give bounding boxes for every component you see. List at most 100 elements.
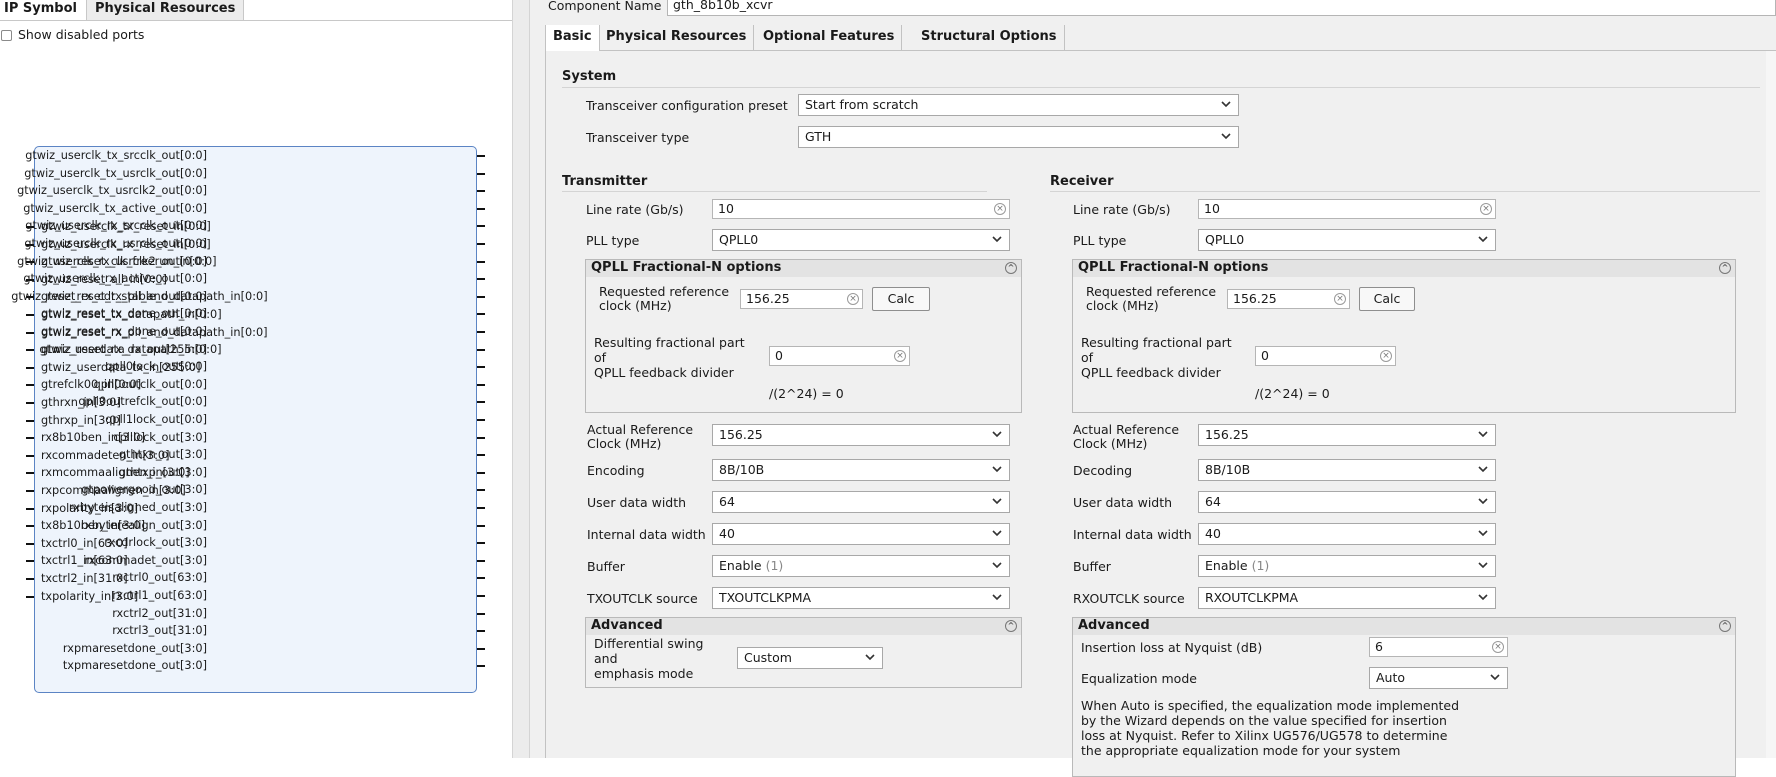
collapse-icon[interactable]: ^ bbox=[1005, 620, 1017, 632]
tx-internal-width-select[interactable]: 40 bbox=[712, 523, 1010, 545]
tx-calc-button[interactable]: Calc bbox=[872, 287, 930, 311]
rx-frac-input[interactable]: 0 × bbox=[1255, 346, 1396, 366]
vertical-scrollbar[interactable] bbox=[1766, 51, 1776, 758]
input-port-pin[interactable] bbox=[26, 542, 34, 545]
output-port-pin[interactable] bbox=[477, 419, 485, 421]
output-port-pin[interactable] bbox=[477, 595, 485, 597]
input-port-pin[interactable] bbox=[26, 490, 34, 492]
show-disabled-ports-checkbox[interactable] bbox=[1, 30, 12, 41]
output-port-pin[interactable] bbox=[477, 489, 485, 492]
output-port-pin[interactable] bbox=[477, 260, 485, 263]
tab-basic[interactable]: Basic bbox=[545, 25, 600, 51]
tx-line-rate-input[interactable]: 10 × bbox=[712, 199, 1010, 219]
collapse-icon[interactable]: ^ bbox=[1719, 262, 1731, 274]
output-port-pin[interactable] bbox=[477, 313, 485, 316]
tx-buffer-select[interactable]: Enable (1) bbox=[712, 555, 1010, 577]
component-name-input[interactable]: gth_8b10b_xcvr bbox=[667, 0, 1776, 16]
output-port-pin[interactable] bbox=[477, 612, 485, 615]
input-port-pin[interactable] bbox=[26, 472, 34, 475]
clear-icon[interactable]: × bbox=[1380, 350, 1392, 362]
rx-buffer-select[interactable]: Enable (1) bbox=[1198, 555, 1496, 577]
tx-frac-input[interactable]: 0 × bbox=[769, 346, 910, 366]
tab-ip-symbol[interactable]: IP Symbol bbox=[0, 0, 86, 20]
output-port-pin[interactable] bbox=[477, 225, 485, 228]
input-port-pin[interactable] bbox=[26, 384, 34, 387]
output-port-pin[interactable] bbox=[477, 665, 485, 668]
clear-icon[interactable]: × bbox=[1334, 293, 1346, 305]
output-port-pin[interactable] bbox=[477, 524, 485, 527]
input-port-pin[interactable] bbox=[26, 595, 34, 598]
rx-outclk-select[interactable]: RXOUTCLKPMA bbox=[1198, 587, 1496, 609]
rx-qpll-header[interactable]: QPLL Fractional-N options ^ bbox=[1073, 260, 1735, 277]
rx-decoding-select[interactable]: 8B/10B bbox=[1198, 459, 1496, 481]
collapse-icon[interactable]: ^ bbox=[1719, 620, 1731, 632]
output-port-pin[interactable] bbox=[477, 207, 485, 210]
input-port-pin[interactable] bbox=[26, 507, 34, 510]
tx-user-width-select[interactable]: 64 bbox=[712, 491, 1010, 513]
rx-actual-ref-select[interactable]: 156.25 bbox=[1198, 424, 1496, 446]
clear-icon[interactable]: × bbox=[847, 293, 859, 305]
output-port-pin[interactable] bbox=[477, 559, 485, 562]
output-port-pin[interactable] bbox=[477, 454, 485, 457]
input-port-pin[interactable] bbox=[26, 578, 34, 580]
output-port-pin[interactable] bbox=[477, 401, 485, 404]
input-port-pin[interactable] bbox=[26, 525, 34, 528]
input-port-pin[interactable] bbox=[26, 402, 34, 404]
rx-insertion-input[interactable]: 6 × bbox=[1369, 637, 1508, 657]
input-port-pin[interactable] bbox=[26, 366, 34, 369]
transceiver-type-select[interactable]: GTH bbox=[798, 126, 1239, 148]
rx-eq-select[interactable]: Auto bbox=[1369, 667, 1508, 689]
output-port-pin[interactable] bbox=[477, 366, 485, 369]
tx-swing-select[interactable]: Custom bbox=[737, 647, 883, 669]
rx-pll-type-select[interactable]: QPLL0 bbox=[1198, 229, 1496, 251]
tx-outclk-select[interactable]: TXOUTCLKPMA bbox=[712, 587, 1010, 609]
collapse-icon[interactable]: ^ bbox=[1005, 262, 1017, 274]
rx-user-width-select[interactable]: 64 bbox=[1198, 491, 1496, 513]
output-port-pin[interactable] bbox=[477, 647, 485, 650]
clear-icon[interactable]: × bbox=[1492, 641, 1504, 653]
tx-req-ref-input[interactable]: 156.25 × bbox=[740, 289, 863, 309]
tx-encoding-select[interactable]: 8B/10B bbox=[712, 459, 1010, 481]
tx-actual-ref-select[interactable]: 156.25 bbox=[712, 424, 1010, 446]
input-port-pin[interactable] bbox=[26, 331, 34, 334]
output-port-pin[interactable] bbox=[477, 507, 485, 509]
input-port-pin[interactable] bbox=[26, 314, 34, 316]
tx-qpll-header[interactable]: QPLL Fractional-N options ^ bbox=[586, 260, 1021, 277]
rx-eq-label: Equalization mode bbox=[1081, 671, 1197, 686]
input-port-pin[interactable] bbox=[26, 419, 34, 422]
output-port-pin[interactable] bbox=[477, 436, 485, 439]
clear-icon[interactable]: × bbox=[1480, 203, 1492, 215]
output-port-pin[interactable] bbox=[477, 243, 485, 245]
tab-optional-features[interactable]: Optional Features bbox=[756, 25, 903, 50]
output-port-pin[interactable] bbox=[477, 542, 485, 545]
input-port-pin[interactable] bbox=[26, 560, 34, 563]
rx-calc-button[interactable]: Calc bbox=[1359, 287, 1415, 311]
input-port-pin[interactable] bbox=[26, 454, 34, 457]
output-port-pin[interactable] bbox=[477, 278, 485, 281]
output-port-pin[interactable] bbox=[477, 383, 485, 386]
preset-select[interactable]: Start from scratch bbox=[798, 94, 1239, 116]
tx-pll-type-select[interactable]: QPLL0 bbox=[712, 229, 1010, 251]
output-port-pin[interactable] bbox=[477, 630, 485, 633]
clear-icon[interactable]: × bbox=[894, 350, 906, 362]
input-port-pin[interactable] bbox=[26, 349, 34, 352]
tab-physical-resources-left[interactable]: Physical Resources bbox=[86, 0, 244, 20]
clear-icon[interactable]: × bbox=[994, 203, 1006, 215]
rx-req-ref-input[interactable]: 156.25 × bbox=[1227, 289, 1350, 309]
rx-internal-width-select[interactable]: 40 bbox=[1198, 523, 1496, 545]
output-port-pin[interactable] bbox=[477, 295, 485, 298]
rx-advanced-header[interactable]: Advanced ^ bbox=[1073, 618, 1735, 635]
tab-physical-resources[interactable]: Physical Resources bbox=[599, 25, 755, 50]
output-port-pin[interactable] bbox=[477, 331, 485, 333]
pane-splitter[interactable] bbox=[512, 0, 530, 758]
input-port-pin[interactable] bbox=[26, 437, 34, 440]
output-port-pin[interactable] bbox=[477, 577, 485, 580]
tab-structural-options[interactable]: Structural Options bbox=[914, 25, 1065, 50]
output-port-pin[interactable] bbox=[477, 471, 485, 474]
tx-advanced-header[interactable]: Advanced ^ bbox=[586, 618, 1021, 635]
output-port-pin[interactable] bbox=[477, 155, 485, 157]
output-port-pin[interactable] bbox=[477, 172, 485, 175]
rx-line-rate-input[interactable]: 10 × bbox=[1198, 199, 1496, 219]
output-port-pin[interactable] bbox=[477, 348, 485, 351]
output-port-pin[interactable] bbox=[477, 190, 485, 193]
